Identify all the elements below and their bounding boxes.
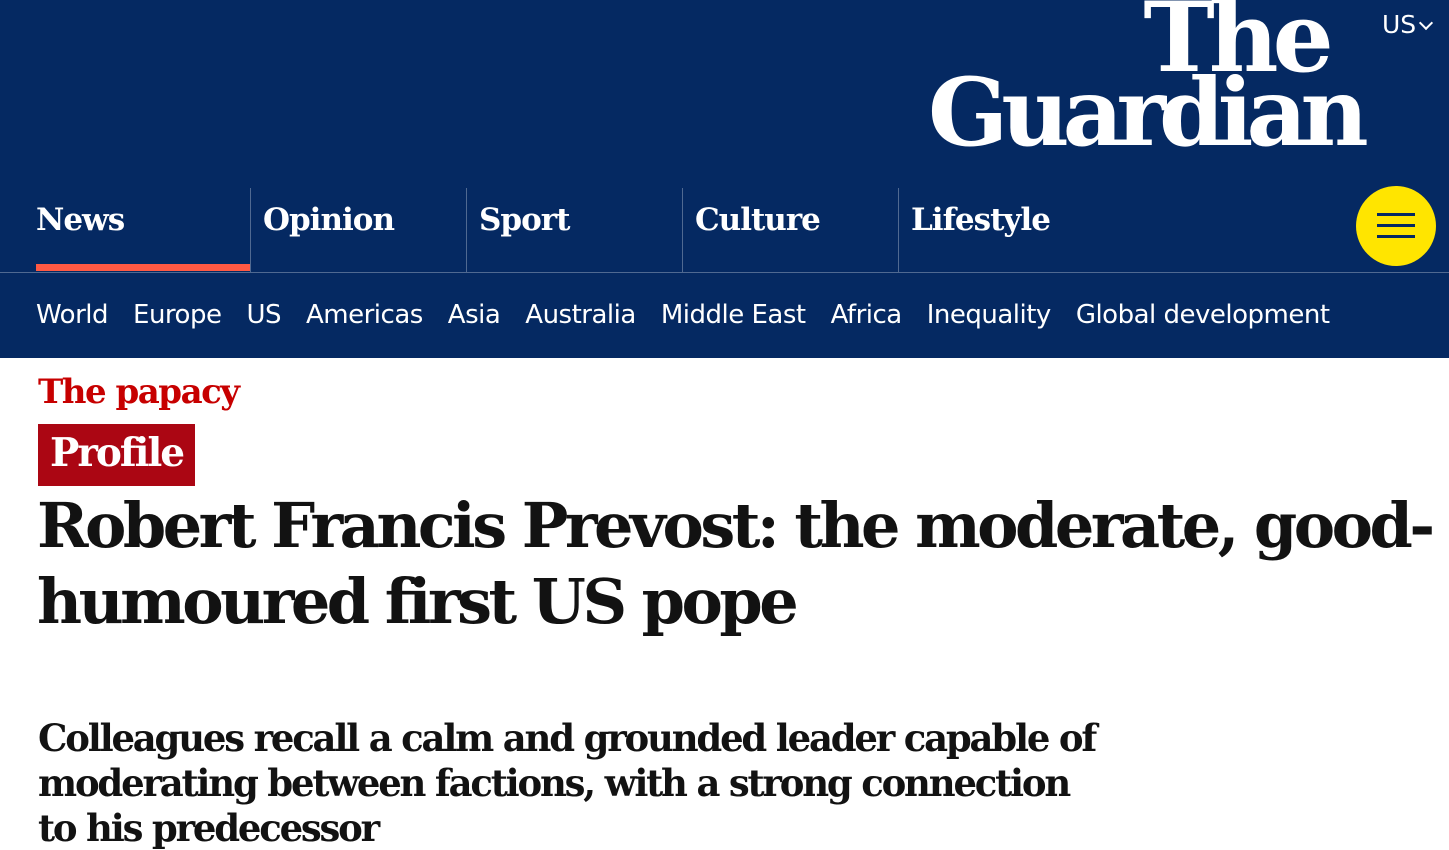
subnav-item-us[interactable]: US (246, 300, 281, 330)
pillar-nav: News Opinion Sport Culture Lifestyle (0, 188, 1449, 272)
section-kicker[interactable]: The papacy (38, 372, 240, 412)
pillar-opinion[interactable]: Opinion (250, 188, 466, 272)
subnav-item-africa[interactable]: Africa (831, 300, 903, 330)
subnav-item-inequality[interactable]: Inequality (927, 300, 1052, 330)
pillar-lifestyle[interactable]: Lifestyle (898, 188, 1114, 272)
pillar-label: News (36, 202, 125, 238)
logo-line-guardian: Guardian (928, 58, 1369, 168)
pillar-label: Lifestyle (911, 202, 1051, 238)
active-pillar-indicator (36, 264, 250, 271)
subnav-item-australia[interactable]: Australia (525, 300, 636, 330)
pillar-news[interactable]: News (0, 188, 216, 272)
masthead: US The Guardian News Opinion Sport Cultu… (0, 0, 1449, 358)
guardian-logo[interactable]: The Guardian (928, 0, 1443, 170)
pillar-label: Opinion (263, 202, 395, 238)
pillar-sport[interactable]: Sport (466, 188, 682, 272)
subnav-item-global-development[interactable]: Global development (1076, 300, 1330, 330)
article-standfirst: Colleagues recall a calm and grounded le… (38, 716, 1097, 850)
article-headline: Robert Francis Prevost: the moderate, go… (37, 489, 1435, 638)
pillar-label: Culture (695, 202, 821, 238)
subnav-item-middle-east[interactable]: Middle East (661, 300, 806, 330)
pillar-culture[interactable]: Culture (682, 188, 898, 272)
subnav-item-americas[interactable]: Americas (306, 300, 423, 330)
menu-button[interactable] (1356, 186, 1436, 266)
profile-badge: Profile (38, 424, 196, 486)
subnav: World Europe US Americas Asia Australia … (36, 300, 1330, 330)
pillar-label: Sport (479, 202, 570, 238)
nav-divider (0, 272, 1449, 273)
subnav-item-world[interactable]: World (36, 300, 109, 330)
subnav-item-europe[interactable]: Europe (133, 300, 222, 330)
subnav-item-asia[interactable]: Asia (448, 300, 501, 330)
